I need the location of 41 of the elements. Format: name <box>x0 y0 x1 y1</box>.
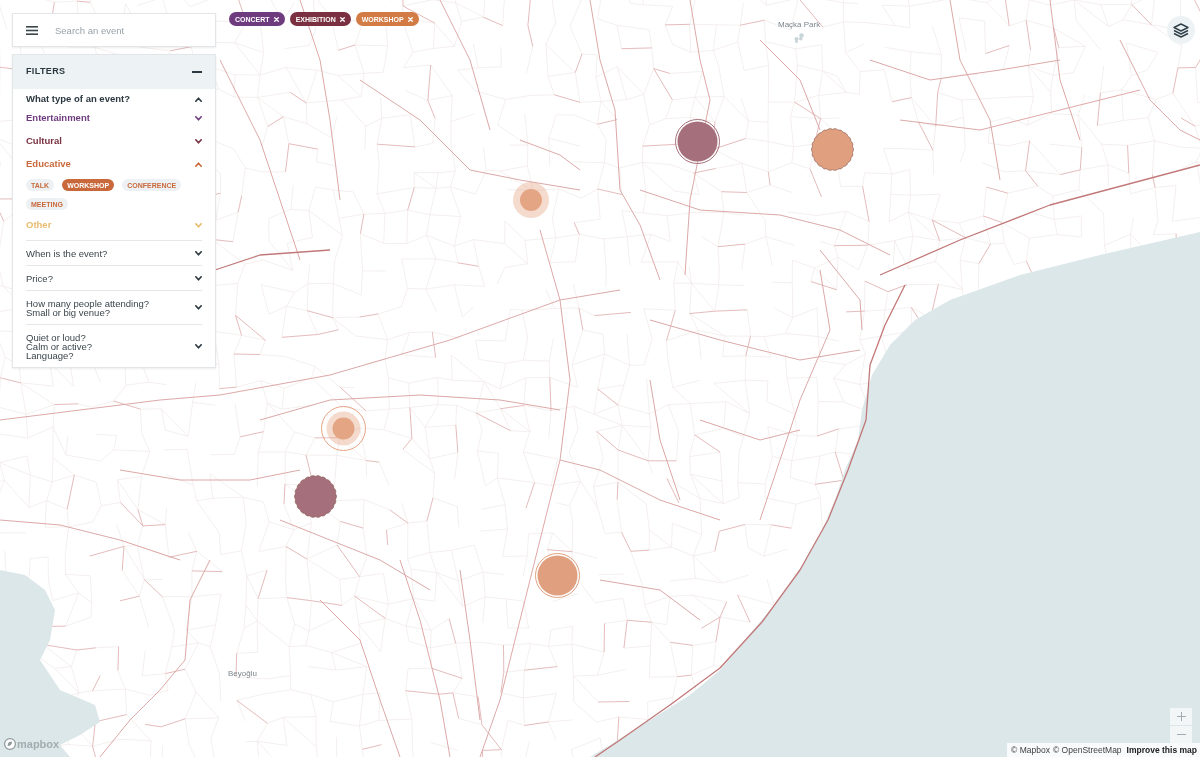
improve-map-link[interactable]: Improve this map <box>1126 745 1197 755</box>
mapbox-logo-icon <box>4 738 16 750</box>
map-marker-icon[interactable] <box>810 127 854 171</box>
attribution-link[interactable]: © OpenStreetMap <box>1052 745 1122 755</box>
filter-question-toggle[interactable]: Quiet or loud? Calm or active? Language? <box>26 324 202 367</box>
layers-icon <box>1173 22 1189 38</box>
search-bar[interactable]: Search an event <box>12 13 216 47</box>
filters-title: FILTERS <box>26 65 66 79</box>
chevron-down-icon[interactable] <box>195 305 202 310</box>
filter-question-toggle[interactable]: When is the event? <box>26 240 202 265</box>
place-label: Beyoğlu <box>228 669 257 679</box>
chevron-down-icon[interactable] <box>195 116 202 121</box>
chevron-down-icon[interactable] <box>195 275 202 281</box>
chevron-down-icon[interactable] <box>195 139 202 144</box>
map-marker-icon[interactable] <box>320 405 366 451</box>
category-toggle[interactable]: Entertainment <box>26 107 202 130</box>
zoom-out-button[interactable] <box>1170 726 1192 743</box>
place-label: Maçka Park <box>778 20 821 30</box>
search-field[interactable]: Search an event <box>55 14 207 46</box>
zoom-in-button[interactable] <box>1170 708 1192 725</box>
attribution-link[interactable]: © Mapbox <box>1011 745 1050 755</box>
map-marker-icon[interactable] <box>513 182 549 218</box>
chevron-up-icon[interactable] <box>195 96 202 102</box>
minus-icon <box>1176 734 1186 735</box>
map-marker-icon[interactable] <box>534 552 580 598</box>
map-marker-icon[interactable] <box>674 118 720 164</box>
filter-question-toggle[interactable]: Price? <box>26 265 202 290</box>
category-toggle[interactable]: Cultural <box>26 130 202 153</box>
park-icon <box>794 33 805 43</box>
filter-question-toggle[interactable]: What type of an event? <box>26 91 202 107</box>
chevron-down-icon[interactable] <box>195 343 202 349</box>
plus-icon <box>1176 712 1186 721</box>
mapbox-logo-text: mapbox <box>17 738 60 750</box>
category-toggle[interactable]: Educative <box>26 153 202 176</box>
remove-icon[interactable] <box>339 16 345 22</box>
map-marker-icon[interactable] <box>293 474 337 518</box>
menu-icon[interactable] <box>26 25 38 35</box>
filter-question-toggle[interactable]: How many people attending? Small or big venue? <box>26 290 202 324</box>
remove-icon[interactable] <box>273 16 279 22</box>
chevron-down-icon[interactable] <box>195 250 202 256</box>
layers-button[interactable] <box>1167 16 1195 44</box>
